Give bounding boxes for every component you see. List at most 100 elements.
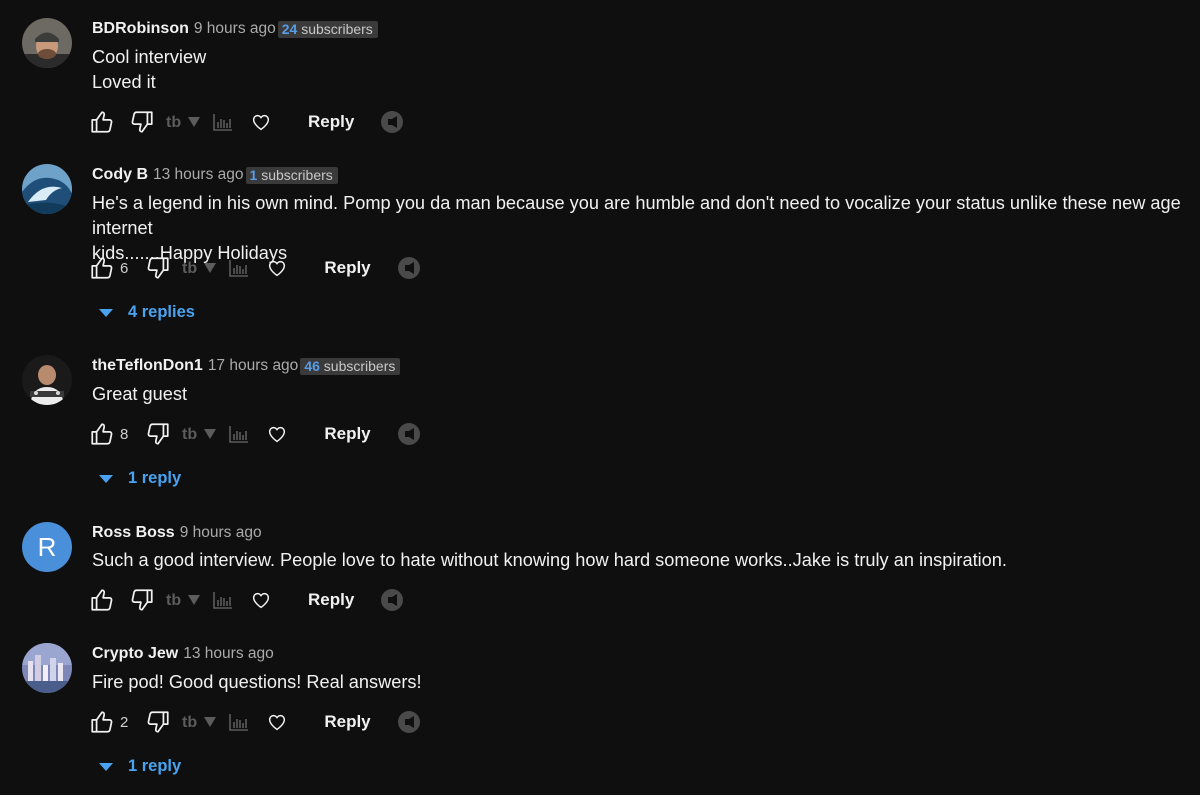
thumb-up-icon — [91, 711, 113, 733]
comment-header: BDRobinson 9 hours ago 24 subscribers — [92, 18, 378, 40]
analytics-icon — [213, 114, 232, 131]
avatar[interactable] — [22, 18, 72, 68]
action-bar: 8 tb Reply — [88, 420, 421, 448]
like-button[interactable] — [88, 709, 116, 735]
like-count: 2 — [120, 713, 129, 731]
thumb-up-icon — [91, 589, 113, 611]
analytics-button[interactable] — [228, 712, 250, 732]
thumb-down-icon — [131, 111, 153, 133]
tubebuddy-icon: tb — [166, 114, 200, 131]
analytics-icon — [213, 592, 232, 609]
analytics-button[interactable] — [212, 590, 234, 610]
badge-label: subscribers — [301, 20, 373, 37]
badge-count: 1 — [249, 166, 258, 183]
chevron-down-icon — [99, 474, 113, 483]
like-button[interactable] — [88, 421, 116, 447]
badge-count: 46 — [304, 357, 320, 374]
svg-text:tb: tb — [182, 714, 197, 731]
like-button[interactable] — [88, 109, 116, 135]
author-name[interactable]: Cody B — [92, 166, 148, 184]
chevron-down-icon — [99, 308, 113, 317]
avatar-letter: R — [37, 531, 57, 562]
view-replies-button[interactable]: 4 replies — [98, 303, 195, 322]
dislike-button[interactable] — [128, 587, 156, 613]
analytics-button[interactable] — [212, 112, 234, 132]
comment-header: Crypto Jew 13 hours ago — [92, 643, 274, 665]
promote-button[interactable] — [397, 256, 421, 280]
analytics-icon — [229, 714, 249, 731]
tubebuddy-vote-button[interactable]: tb — [166, 590, 206, 610]
analytics-icon — [229, 260, 249, 277]
promote-icon — [397, 423, 420, 445]
heart-button[interactable] — [266, 423, 288, 445]
dislike-button[interactable] — [144, 709, 172, 735]
dislike-button[interactable] — [144, 421, 172, 447]
like-button[interactable] — [88, 255, 116, 281]
comment-text: Great guest — [92, 382, 1192, 407]
tubebuddy-vote-button[interactable]: tb — [182, 424, 222, 444]
promote-icon — [381, 111, 404, 133]
dislike-button[interactable] — [128, 109, 156, 135]
heart-button[interactable] — [266, 257, 288, 279]
tubebuddy-vote-button[interactable]: tb — [166, 112, 206, 132]
analytics-button[interactable] — [228, 424, 250, 444]
avatar[interactable] — [22, 164, 72, 214]
action-bar: 6 tb Reply — [88, 254, 421, 282]
tubebuddy-icon: tb — [182, 426, 217, 443]
comment-text: Cool interview Loved it — [92, 45, 1192, 95]
tubebuddy-vote-button[interactable]: tb — [182, 712, 222, 732]
reply-button[interactable]: Reply — [324, 712, 370, 732]
comment-text: Such a good interview. People love to ha… — [92, 548, 1192, 573]
thumb-down-icon — [147, 423, 169, 445]
badge-count: 24 — [281, 20, 298, 37]
replies-label: 1 reply — [128, 757, 182, 775]
reply-button[interactable]: Reply — [308, 112, 354, 132]
timestamp[interactable]: 9 hours ago — [180, 524, 262, 542]
chevron-down-icon — [99, 762, 113, 771]
comment-header: theTeflonDon1 17 hours ago 46 subscriber… — [92, 355, 401, 377]
analytics-button[interactable] — [228, 258, 250, 278]
timestamp[interactable]: 13 hours ago — [183, 645, 274, 663]
reply-button[interactable]: Reply — [308, 590, 354, 610]
timestamp[interactable]: 9 hours ago — [194, 20, 276, 38]
thumb-down-icon — [147, 257, 169, 279]
heart-button[interactable] — [250, 589, 272, 611]
author-name[interactable]: BDRobinson — [92, 20, 189, 38]
subscriber-badge: 1 subscribers — [245, 166, 338, 184]
view-replies-button[interactable]: 1 reply — [98, 469, 181, 488]
heart-button[interactable] — [266, 711, 288, 733]
avatar[interactable] — [22, 355, 72, 405]
timestamp[interactable]: 17 hours ago — [208, 357, 299, 375]
dislike-button[interactable] — [144, 255, 172, 281]
promote-icon — [397, 711, 420, 733]
reply-button[interactable]: Reply — [324, 258, 370, 278]
action-bar: tb Reply — [88, 108, 404, 136]
promote-button[interactable] — [397, 710, 421, 734]
author-name[interactable]: Ross Boss — [92, 524, 175, 542]
heart-button[interactable] — [250, 111, 272, 133]
tubebuddy-vote-button[interactable]: tb — [182, 258, 222, 278]
reply-button[interactable]: Reply — [324, 424, 370, 444]
author-name[interactable]: theTeflonDon1 — [92, 357, 203, 375]
heart-icon — [252, 592, 270, 609]
svg-text:tb: tb — [166, 592, 181, 609]
like-count: 8 — [120, 425, 129, 443]
svg-text:tb: tb — [166, 114, 181, 131]
author-name[interactable]: Crypto Jew — [92, 645, 178, 663]
badge-label: subscribers — [261, 166, 333, 183]
comment-header: Cody B 13 hours ago 1 subscribers — [92, 164, 338, 186]
badge-label: subscribers — [323, 357, 396, 374]
view-replies-button[interactable]: 1 reply — [98, 757, 181, 776]
thumb-up-icon — [91, 423, 113, 445]
avatar[interactable] — [22, 643, 72, 693]
comment-line: Great guest — [92, 384, 188, 404]
like-button[interactable] — [88, 587, 116, 613]
promote-button[interactable] — [380, 110, 404, 134]
avatar[interactable]: R — [22, 522, 72, 572]
tubebuddy-icon: tb — [182, 260, 217, 277]
timestamp[interactable]: 13 hours ago — [153, 166, 244, 184]
promote-button[interactable] — [397, 422, 421, 446]
analytics-icon — [229, 426, 249, 443]
subscriber-badge: 24 subscribers — [277, 20, 378, 38]
promote-button[interactable] — [380, 588, 404, 612]
